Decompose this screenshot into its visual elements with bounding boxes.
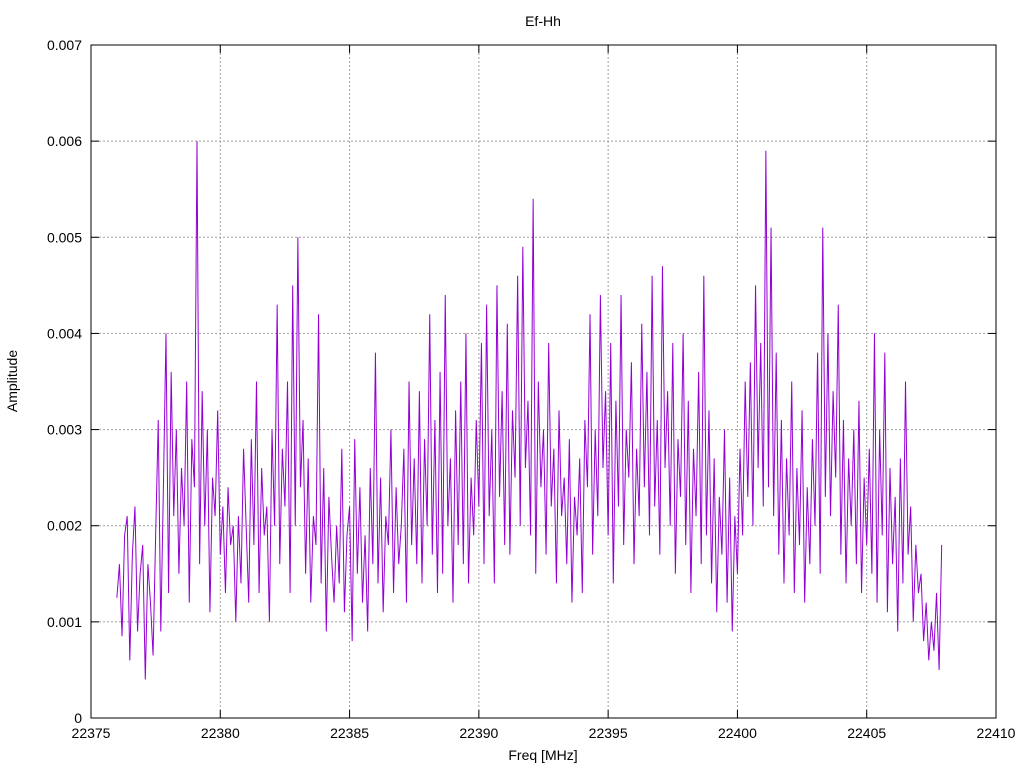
y-tick-label: 0 [74,710,82,726]
chart-title: Ef-Hh [525,13,561,29]
y-tick-label: 0.002 [47,518,82,534]
x-tick-label: 22400 [718,725,757,741]
x-tick-label: 22375 [72,725,111,741]
x-tick-label: 22405 [847,725,886,741]
y-axis-title: Amplitude [4,350,20,412]
y-tick-label: 0.007 [47,37,82,53]
x-tick-label: 22390 [459,725,498,741]
x-tick-label: 22385 [330,725,369,741]
y-tick-label: 0.006 [47,133,82,149]
y-tick-label: 0.001 [47,614,82,630]
y-tick-label: 0.005 [47,229,82,245]
x-tick-label: 22395 [589,725,628,741]
x-tick-label: 22380 [201,725,240,741]
y-tick-label: 0.003 [47,422,82,438]
x-tick-label: 22410 [977,725,1016,741]
x-axis-title: Freq [MHz] [508,747,577,763]
chart: 22375 22380 22385 22390 22395 22400 22405 22410… [0,0,1024,768]
y-tick-label: 0.004 [47,325,82,341]
